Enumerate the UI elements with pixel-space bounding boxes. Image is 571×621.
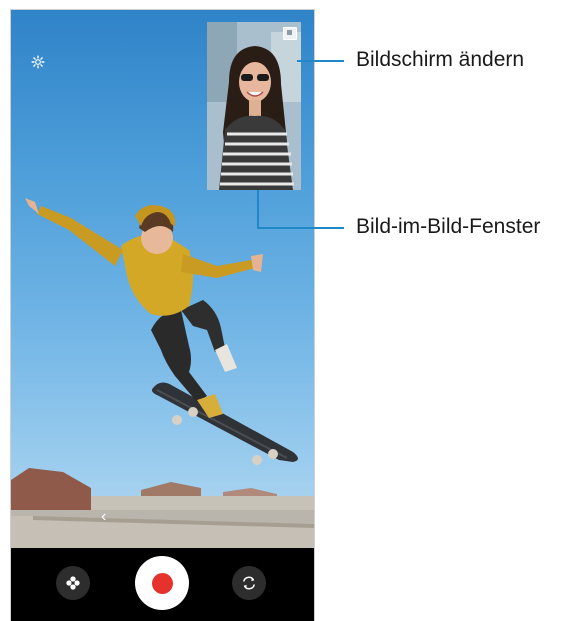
- callout-pip-window: Bild-im-Bild-Fenster: [356, 215, 541, 238]
- callout-leader-lines: [257, 60, 344, 229]
- callout-screen-switch: Bildschirm ändern: [356, 48, 525, 71]
